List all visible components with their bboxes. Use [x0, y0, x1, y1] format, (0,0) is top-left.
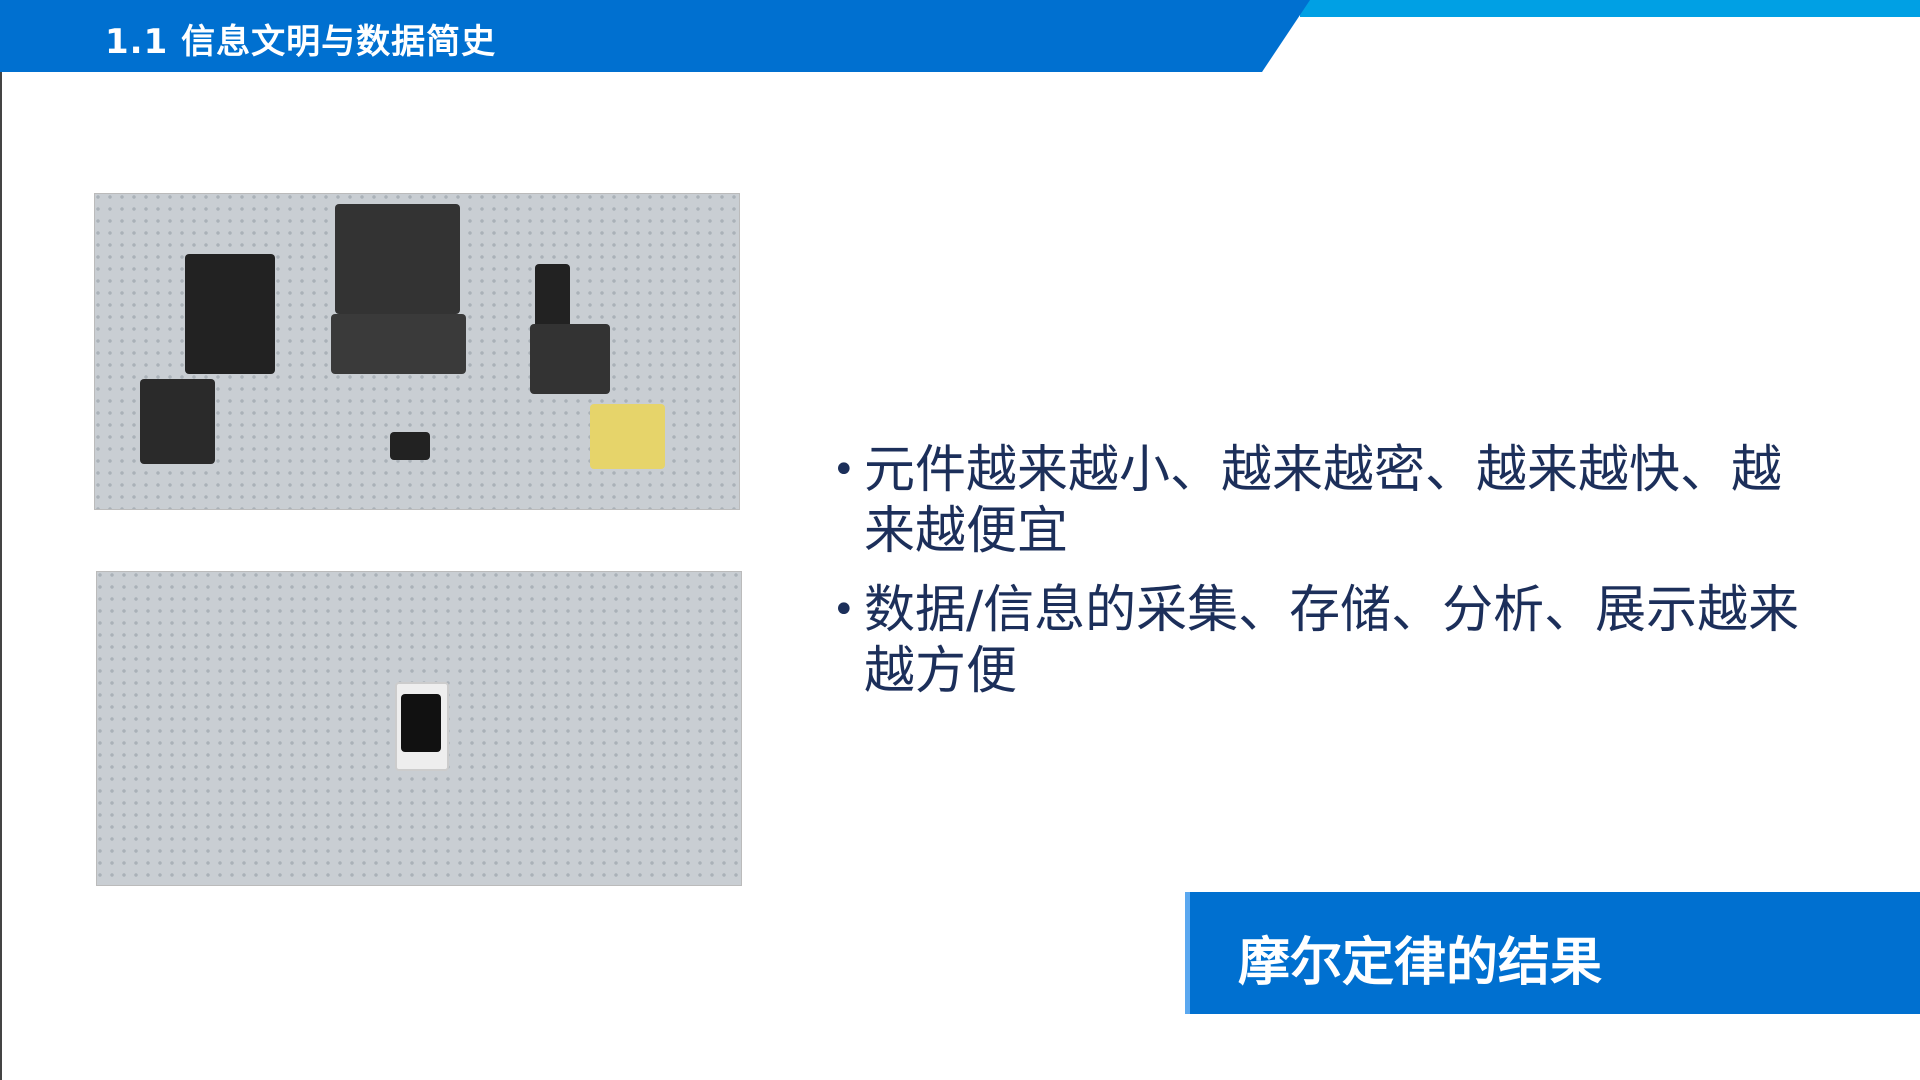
old-devices-photo	[94, 193, 740, 510]
bullet-item: • 元件越来越小、越来越密、越来越快、越来越便宜	[832, 441, 1783, 561]
result-callout: 摩尔定律的结果	[1185, 892, 1920, 1014]
header-banner: 1.1 信息文明与数据简史	[0, 0, 1310, 72]
bullet-dot-icon: •	[832, 587, 856, 633]
result-label: 摩尔定律的结果	[1238, 933, 1603, 993]
slide-border	[0, 0, 2, 1080]
bullet-dot-icon: •	[832, 447, 856, 493]
slide-title: 1.1 信息文明与数据简史	[105, 22, 497, 62]
smartphone-photo	[96, 571, 742, 886]
bullet-item: • 数据/信息的采集、存储、分析、展示越来越方便	[832, 581, 1800, 701]
header-accent-strip	[1300, 0, 1920, 17]
bullet-list: • 元件越来越小、越来越密、越来越快、越来越便宜 • 数据/信息的采集、存储、分析、…	[832, 440, 1814, 720]
